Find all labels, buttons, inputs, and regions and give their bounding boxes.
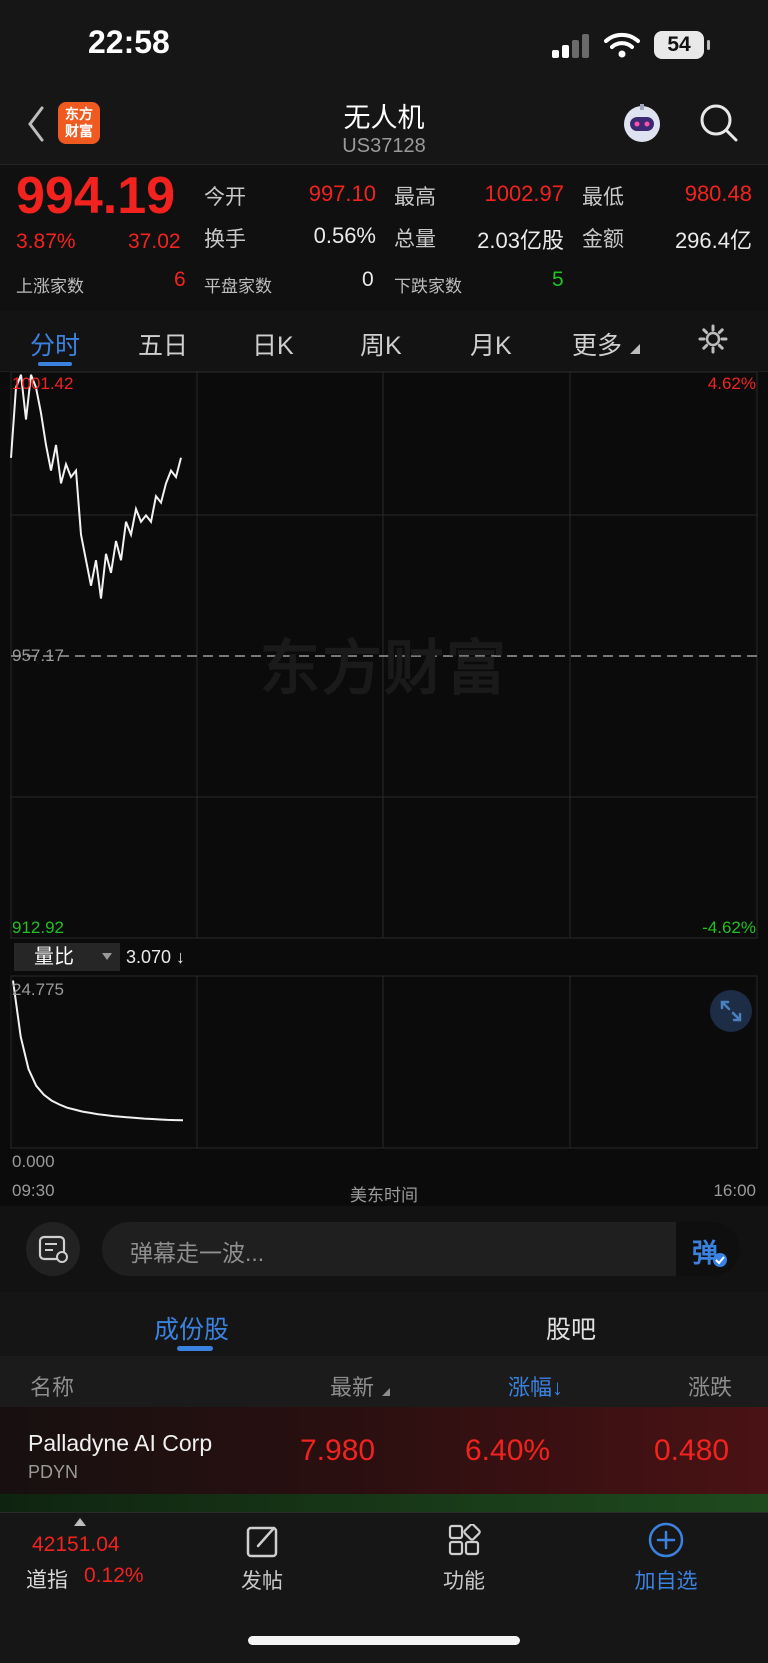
change-percent: 3.87% — [16, 230, 76, 253]
price-series-line — [10, 374, 182, 599]
tab-weekly-k[interactable]: 周K — [360, 326, 402, 362]
indicator-label: 量比 — [34, 946, 74, 968]
amount-value: 296.4亿 — [674, 228, 752, 253]
open-label: 今开 — [204, 186, 246, 209]
battery-indicator: 54 — [654, 31, 710, 59]
change-value: 37.02 — [128, 230, 181, 253]
functions-icon[interactable] — [448, 1524, 482, 1558]
danmu-settings-button[interactable] — [26, 1222, 80, 1276]
down-count-label: 下跌家数 — [394, 277, 462, 296]
tab-monthly-k[interactable]: 月K — [470, 326, 512, 362]
search-icon[interactable] — [698, 102, 740, 144]
active-tab-indicator — [38, 362, 72, 366]
index-value[interactable]: 42151.04 — [32, 1533, 120, 1557]
pct-axis-bottom: -4.62% — [702, 918, 756, 937]
row-stock-code: PDYN — [28, 1462, 79, 1482]
amount-label: 金额 — [582, 228, 624, 251]
y-axis-bottom: 912.92 — [12, 918, 64, 937]
col-pct[interactable]: 涨幅↓ — [508, 1370, 563, 1402]
next-row-peek — [0, 1494, 768, 1512]
home-indicator — [248, 1636, 520, 1645]
wifi-icon — [604, 32, 640, 58]
tab-constituents[interactable]: 成份股 — [154, 1310, 229, 1346]
check-badge-icon — [713, 1253, 727, 1267]
current-price: 994.19 — [16, 167, 176, 225]
more-dropdown-icon — [630, 344, 640, 354]
turnover-label: 换手 — [204, 228, 246, 251]
nav-functions[interactable]: 功能 — [404, 1565, 524, 1595]
indicator-value: 3.070 ↓ — [126, 947, 186, 967]
volume-ratio-line — [12, 980, 184, 1122]
row-stock-name: Palladyne AI Corp — [28, 1430, 213, 1456]
volume-value: 2.03亿股 — [477, 228, 564, 253]
up-count-label: 上涨家数 — [16, 277, 84, 296]
low-label: 最低 — [582, 186, 624, 209]
sort-icon — [382, 1388, 390, 1396]
post-icon[interactable] — [246, 1524, 280, 1558]
tab-forum[interactable]: 股吧 — [546, 1310, 596, 1346]
time-end: 16:00 — [713, 1181, 756, 1200]
intraday-chart[interactable] — [0, 372, 768, 1182]
status-time: 22:58 — [88, 24, 170, 60]
signal-icon — [552, 34, 589, 58]
high-label: 最高 — [394, 186, 436, 209]
nav-post[interactable]: 发帖 — [202, 1565, 322, 1595]
y-axis-mid: 957.17 — [12, 646, 64, 665]
nav-add-watchlist[interactable]: 加自选 — [606, 1565, 726, 1595]
row-last: 7.980 — [300, 1434, 376, 1467]
open-value: 997.10 — [308, 181, 376, 206]
low-value: 980.48 — [684, 181, 752, 206]
tab-daily-k[interactable]: 日K — [252, 326, 294, 362]
col-last[interactable]: 最新 — [330, 1370, 374, 1402]
sub-tab-indicator — [177, 1346, 213, 1351]
danmu-send-button[interactable]: 弹 — [676, 1222, 740, 1276]
ratio-axis-bottom: 0.000 — [12, 1152, 55, 1171]
flat-count: 0 — [362, 268, 374, 291]
time-axis-title: 美东时间 — [350, 1186, 418, 1205]
index-pct[interactable]: 0.12% — [84, 1564, 144, 1588]
robot-assistant-icon[interactable] — [620, 102, 664, 146]
tab-five-day[interactable]: 五日 — [138, 326, 188, 362]
expand-chart-button[interactable] — [710, 990, 752, 1032]
table-header — [0, 1356, 768, 1408]
down-count: 5 — [552, 268, 564, 291]
add-watchlist-icon[interactable] — [648, 1522, 684, 1558]
comment-placeholder: 弹幕走一波... — [130, 1240, 265, 1266]
expand-icon — [720, 1000, 742, 1022]
caret-up-icon — [74, 1518, 86, 1526]
col-change[interactable]: 涨跌 — [688, 1370, 732, 1402]
index-name[interactable]: 道指 — [26, 1564, 68, 1594]
danmu-settings-icon — [38, 1235, 68, 1263]
volume-label: 总量 — [394, 228, 436, 251]
caret-down-icon — [102, 953, 112, 960]
ratio-axis-top: 24.775 — [12, 980, 64, 999]
y-axis-top: 1001.42 — [12, 374, 74, 393]
pct-axis-top: 4.62% — [707, 374, 756, 393]
col-name[interactable]: 名称 — [30, 1370, 74, 1402]
turnover-value: 0.56% — [313, 223, 376, 248]
row-change: 0.480 — [654, 1434, 730, 1467]
up-count: 6 — [174, 268, 186, 291]
high-value: 1002.97 — [484, 181, 564, 206]
tab-intraday[interactable]: 分时 — [30, 326, 80, 362]
watermark: 东方财富 — [260, 635, 508, 702]
flat-count-label: 平盘家数 — [204, 277, 272, 296]
settings-gear-icon[interactable] — [698, 324, 728, 354]
row-pct: 6.40% — [465, 1434, 551, 1467]
tab-more[interactable]: 更多 — [572, 326, 622, 362]
